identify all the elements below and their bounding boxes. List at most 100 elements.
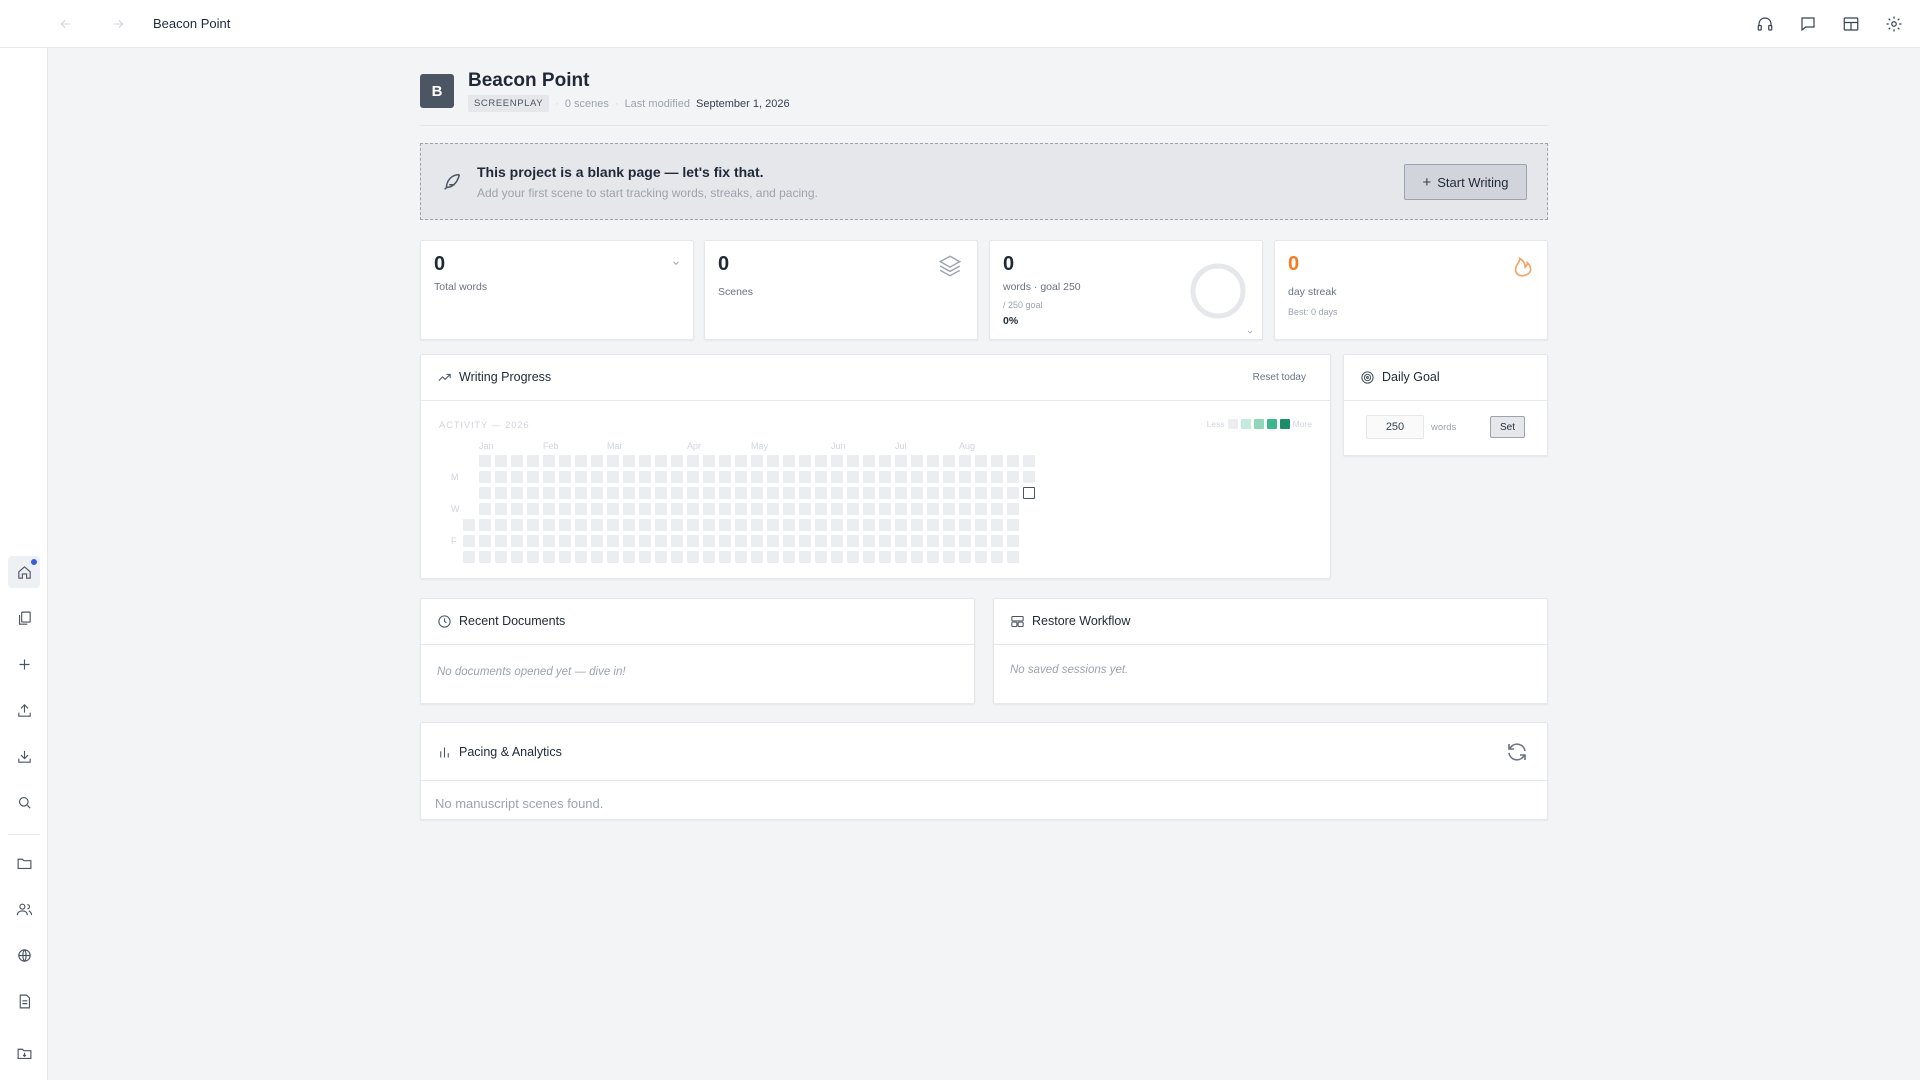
- heatmap-cell[interactable]: [735, 551, 747, 563]
- heatmap-cell[interactable]: [575, 487, 587, 499]
- heatmap-cell[interactable]: [655, 519, 667, 531]
- heatmap-cell[interactable]: [847, 535, 859, 547]
- heatmap-cell[interactable]: [799, 455, 811, 467]
- heatmap-cell[interactable]: [703, 551, 715, 563]
- heatmap-cell[interactable]: [783, 551, 795, 563]
- folder-icon[interactable]: [8, 847, 40, 879]
- heatmap-cell[interactable]: [607, 471, 619, 483]
- heatmap-cell[interactable]: [751, 519, 763, 531]
- heatmap-cell[interactable]: [655, 551, 667, 563]
- heatmap-cell[interactable]: [543, 455, 555, 467]
- heatmap-cell[interactable]: [671, 455, 683, 467]
- heatmap-cell[interactable]: [527, 519, 539, 531]
- heatmap-cell[interactable]: [799, 487, 811, 499]
- heatmap-cell[interactable]: [543, 519, 555, 531]
- heatmap-cell[interactable]: [783, 535, 795, 547]
- forward-arrow-icon[interactable]: [106, 12, 130, 36]
- gear-icon[interactable]: [1882, 12, 1906, 36]
- heatmap-cell[interactable]: [607, 551, 619, 563]
- heatmap-cell[interactable]: [751, 455, 763, 467]
- heatmap-cell[interactable]: [703, 471, 715, 483]
- heatmap-cell[interactable]: [1007, 535, 1019, 547]
- heatmap-cell[interactable]: [623, 503, 635, 515]
- heatmap-cell[interactable]: [863, 551, 875, 563]
- heatmap-today-cell[interactable]: [1023, 487, 1035, 499]
- heatmap-cell[interactable]: [591, 551, 603, 563]
- heatmap-cell[interactable]: [495, 455, 507, 467]
- heatmap-cell[interactable]: [543, 471, 555, 483]
- back-arrow-icon[interactable]: [54, 12, 78, 36]
- heatmap-cell[interactable]: [543, 551, 555, 563]
- heatmap-cell[interactable]: [959, 551, 971, 563]
- heatmap-cell[interactable]: [655, 455, 667, 467]
- heatmap-cell[interactable]: [815, 471, 827, 483]
- heatmap-cell[interactable]: [895, 535, 907, 547]
- heatmap-cell[interactable]: [767, 535, 779, 547]
- heatmap-cell[interactable]: [831, 519, 843, 531]
- heatmap-cell[interactable]: [463, 535, 475, 547]
- heatmap-cell[interactable]: [623, 535, 635, 547]
- heatmap-cell[interactable]: [767, 519, 779, 531]
- heatmap-cell[interactable]: [735, 471, 747, 483]
- heatmap-cell[interactable]: [703, 519, 715, 531]
- heatmap-cell[interactable]: [591, 503, 603, 515]
- home-icon[interactable]: [8, 556, 40, 588]
- heatmap-cell[interactable]: [815, 455, 827, 467]
- heatmap-cell[interactable]: [639, 503, 651, 515]
- heatmap-cell[interactable]: [975, 471, 987, 483]
- upload-icon[interactable]: [8, 694, 40, 726]
- layout-icon[interactable]: [1839, 12, 1863, 36]
- heatmap-cell[interactable]: [767, 551, 779, 563]
- heatmap-cell[interactable]: [719, 455, 731, 467]
- heatmap-cell[interactable]: [911, 519, 923, 531]
- heatmap-cell[interactable]: [975, 535, 987, 547]
- refresh-icon[interactable]: [1505, 740, 1529, 764]
- heatmap-cell[interactable]: [735, 503, 747, 515]
- heatmap-cell[interactable]: [927, 487, 939, 499]
- heatmap-cell[interactable]: [927, 503, 939, 515]
- heatmap-cell[interactable]: [575, 535, 587, 547]
- heatmap-cell[interactable]: [895, 519, 907, 531]
- heatmap-cell[interactable]: [879, 471, 891, 483]
- heatmap-cell[interactable]: [703, 503, 715, 515]
- heatmap-cell[interactable]: [495, 503, 507, 515]
- heatmap-cell[interactable]: [527, 455, 539, 467]
- heatmap-cell[interactable]: [495, 551, 507, 563]
- heatmap-cell[interactable]: [623, 519, 635, 531]
- heatmap-cell[interactable]: [1023, 471, 1035, 483]
- heatmap-cell[interactable]: [623, 471, 635, 483]
- heatmap-cell[interactable]: [671, 519, 683, 531]
- heatmap-cell[interactable]: [959, 535, 971, 547]
- heatmap-cell[interactable]: [735, 455, 747, 467]
- heatmap-cell[interactable]: [943, 535, 955, 547]
- heatmap-cell[interactable]: [1007, 487, 1019, 499]
- heatmap-cell[interactable]: [991, 487, 1003, 499]
- heatmap-cell[interactable]: [671, 487, 683, 499]
- heatmap-cell[interactable]: [799, 471, 811, 483]
- heatmap-cell[interactable]: [975, 503, 987, 515]
- heatmap-cell[interactable]: [655, 487, 667, 499]
- heatmap-cell[interactable]: [687, 487, 699, 499]
- heatmap-cell[interactable]: [847, 551, 859, 563]
- heatmap-cell[interactable]: [783, 503, 795, 515]
- chevron-down-icon[interactable]: [1246, 323, 1254, 334]
- heatmap-cell[interactable]: [879, 519, 891, 531]
- heatmap-cell[interactable]: [591, 455, 603, 467]
- heatmap-cell[interactable]: [831, 455, 843, 467]
- documents-icon[interactable]: [8, 602, 40, 634]
- heatmap-cell[interactable]: [863, 455, 875, 467]
- heatmap-cell[interactable]: [591, 487, 603, 499]
- heatmap-cell[interactable]: [559, 487, 571, 499]
- heatmap-cell[interactable]: [703, 487, 715, 499]
- heatmap-cell[interactable]: [479, 535, 491, 547]
- heatmap-cell[interactable]: [943, 551, 955, 563]
- heatmap-cell[interactable]: [607, 487, 619, 499]
- heatmap-cell[interactable]: [479, 455, 491, 467]
- heatmap-cell[interactable]: [911, 487, 923, 499]
- heatmap-cell[interactable]: [751, 551, 763, 563]
- heatmap-cell[interactable]: [991, 535, 1003, 547]
- heatmap-cell[interactable]: [879, 503, 891, 515]
- heatmap-cell[interactable]: [799, 519, 811, 531]
- heatmap-cell[interactable]: [943, 471, 955, 483]
- set-goal-button[interactable]: Set: [1490, 416, 1525, 438]
